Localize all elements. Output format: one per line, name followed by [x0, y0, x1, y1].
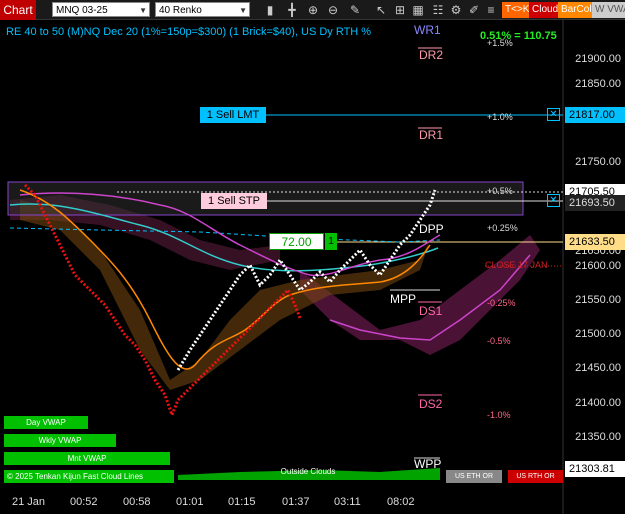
price-tick: 21750.00: [575, 156, 621, 168]
bar-chart-icon[interactable]: ▮: [262, 2, 278, 18]
price-tick: 21600.00: [575, 260, 621, 272]
mnt-vwap-button[interactable]: Mnt VWAP: [4, 452, 170, 465]
pct-level-label: -1.0%: [487, 410, 511, 420]
price-tick: 21550.00: [575, 294, 621, 306]
dpp-price: 21633.50: [565, 234, 625, 250]
time-tick: 01:37: [282, 496, 310, 508]
bar-type-value: 40 Renko: [159, 5, 202, 16]
price-tick: 21350.00: [575, 431, 621, 443]
vwap-toolbar-button[interactable]: W VWAI: [592, 2, 625, 18]
chevron-down-icon: ▼: [139, 6, 147, 15]
pct-level-label: +0.5%: [487, 186, 513, 196]
ds2-label: DS2: [419, 397, 443, 411]
list-icon[interactable]: ≡: [483, 2, 499, 18]
chart-toolbar: Chart MNQ 03-25 ▼ 40 Renko ▼ ▮ ╋ ⊕ ⊖ ✎ ↖…: [0, 0, 625, 20]
wr1-label: WR1: [414, 23, 441, 37]
dpp-label: DPP: [419, 222, 444, 236]
time-tick: 01:01: [176, 496, 204, 508]
grid-icon[interactable]: ▦: [410, 2, 426, 18]
pct-level-label: +1.5%: [487, 38, 513, 48]
properties-icon[interactable]: ☷: [430, 2, 446, 18]
order-qty-count[interactable]: 1: [325, 233, 337, 250]
gear-icon[interactable]: ⚙: [448, 2, 464, 18]
pct-level-label: -0.25%: [487, 298, 516, 308]
tk-button[interactable]: T<>K: [502, 2, 533, 18]
measure-icon[interactable]: ⊞: [392, 2, 408, 18]
chart-header-info: RE 40 to 50 (M)NQ Dec 20 (1%=150p=$300) …: [6, 26, 372, 38]
pencil-icon[interactable]: ✎: [347, 2, 363, 18]
sell-stp-price: 21693.50: [565, 195, 625, 211]
pct-level-label: -0.5%: [487, 336, 511, 346]
pct-level-label: +1.0%: [487, 112, 513, 122]
chevron-down-icon: ▼: [239, 6, 247, 15]
sell-lmt-price: 21817.00: [565, 107, 625, 123]
instrument-value: MNQ 03-25: [56, 5, 108, 16]
us-rth-or-button[interactable]: US RTH OR: [508, 470, 563, 483]
order-qty-value[interactable]: 72.00: [269, 233, 324, 250]
time-tick: 21 Jan: [12, 496, 46, 508]
dr2-label: DR2: [419, 48, 444, 62]
pointer-icon[interactable]: ↖: [373, 2, 389, 18]
day-vwap-button[interactable]: Day VWAP: [4, 416, 88, 429]
bottom-price: 21303.81: [565, 461, 625, 477]
cloud-button[interactable]: Cloud: [529, 2, 562, 18]
sell-stp-order[interactable]: 1 Sell STP: [201, 193, 267, 209]
pct-level-label: +0.25%: [487, 223, 518, 233]
zoom-in-icon[interactable]: ⊕: [305, 2, 321, 18]
price-tick: 21900.00: [575, 53, 621, 65]
close-icon[interactable]: ✕: [547, 108, 560, 121]
crosshair-icon[interactable]: ╋: [284, 2, 300, 18]
time-tick: 00:52: [70, 496, 98, 508]
time-tick: 08:02: [387, 496, 415, 508]
dr1-label: DR1: [419, 128, 444, 142]
instrument-selector[interactable]: MNQ 03-25 ▼: [52, 2, 150, 17]
us-eth-or-button[interactable]: US ETH OR: [446, 470, 502, 483]
cloud-lines-caption: © 2025 Tenkan Kijun Fast Cloud Lines: [4, 470, 174, 483]
close-icon[interactable]: ✕: [547, 194, 560, 207]
time-tick: 03:11: [334, 496, 361, 508]
outside-clouds-label: Outside Clouds: [280, 467, 336, 476]
sell-lmt-order[interactable]: 1 Sell LMT: [200, 107, 266, 123]
price-tick: 21850.00: [575, 78, 621, 90]
price-tick: 21500.00: [575, 328, 621, 340]
price-tick: 21400.00: [575, 397, 621, 409]
chart-tab-label[interactable]: Chart: [0, 0, 36, 20]
drawing-tools-icon[interactable]: ✐: [466, 2, 482, 18]
price-tick: 21450.00: [575, 362, 621, 374]
bar-type-selector[interactable]: 40 Renko ▼: [155, 2, 250, 17]
mpp-label: MPP: [390, 292, 417, 306]
zoom-out-icon[interactable]: ⊖: [325, 2, 341, 18]
barcol-button[interactable]: BarCol: [558, 2, 595, 18]
ds1-label: DS1: [419, 304, 443, 318]
close-label: CLOSE 17 JAN: [485, 260, 548, 270]
wkly-vwap-button[interactable]: Wkly VWAP: [4, 434, 116, 447]
chart-area[interactable]: RE 40 to 50 (M)NQ Dec 20 (1%=150p=$300) …: [0, 20, 625, 514]
time-tick: 01:15: [228, 496, 256, 508]
time-tick: 00:58: [123, 496, 151, 508]
